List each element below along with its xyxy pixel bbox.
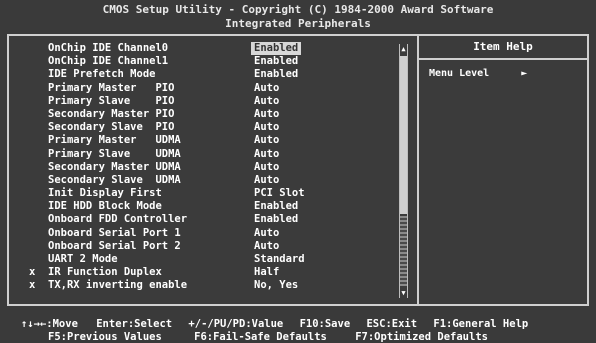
setting-value[interactable]: Auto bbox=[254, 161, 279, 174]
setting-value[interactable]: Auto bbox=[254, 121, 279, 134]
key-help: F1:General Help bbox=[433, 318, 529, 330]
setting-value[interactable]: Enabled bbox=[254, 68, 298, 81]
settings-list: OnChip IDE Channel0 Enabled OnChip IDE Cha… bbox=[9, 42, 417, 293]
settings-panel: OnChip IDE Channel0 Enabled OnChip IDE Cha… bbox=[9, 36, 417, 304]
setting-label: IDE HDD Block Mode bbox=[48, 200, 162, 213]
setting-label: Onboard Serial Port 1 bbox=[48, 226, 181, 239]
setting-label: Secondary Slave PIO bbox=[48, 121, 175, 134]
key-select: Enter:Select bbox=[96, 318, 173, 330]
setting-label: Secondary Slave UDMA bbox=[48, 173, 181, 186]
setting-row[interactable]: Primary Master PIO Auto bbox=[9, 82, 417, 95]
setting-value[interactable]: Auto bbox=[254, 240, 279, 253]
setting-label: IDE Prefetch Mode bbox=[48, 68, 156, 81]
disabled-marker: x bbox=[29, 279, 36, 292]
setting-value[interactable]: Enabled bbox=[254, 200, 298, 213]
setting-value[interactable]: Standard bbox=[254, 253, 305, 266]
key-exit: ESC:Exit bbox=[366, 318, 418, 330]
setting-label: Primary Slave UDMA bbox=[48, 147, 181, 160]
page-title: Integrated Peripherals bbox=[225, 17, 371, 30]
setting-row[interactable]: Secondary Master PIO Auto bbox=[9, 108, 417, 121]
setting-label: Onboard Serial Port 2 bbox=[48, 239, 181, 252]
setting-value[interactable]: PCI Slot bbox=[254, 187, 305, 200]
setting-label: TX,RX inverting enable bbox=[48, 279, 188, 292]
setting-label: Secondary Master UDMA bbox=[48, 160, 181, 173]
setting-row[interactable]: Primary Slave UDMA Auto bbox=[9, 148, 417, 161]
menu-level-arrow-icon: ► bbox=[521, 68, 528, 79]
setting-value[interactable]: Auto bbox=[254, 148, 279, 161]
setting-row[interactable]: Primary Slave PIO Auto bbox=[9, 95, 417, 108]
item-help-body: Menu Level ► bbox=[419, 60, 587, 79]
setting-row[interactable]: Secondary Slave PIO Auto bbox=[9, 121, 417, 134]
setting-value[interactable]: Auto bbox=[254, 134, 279, 147]
setting-row[interactable]: Secondary Master UDMA Auto bbox=[9, 161, 417, 174]
setting-label: OnChip IDE Channel0 bbox=[48, 42, 169, 54]
scrollbar[interactable]: ▲ ▼ bbox=[399, 44, 408, 298]
scroll-thumb[interactable] bbox=[400, 56, 407, 214]
setting-value[interactable]: Enabled bbox=[251, 42, 302, 56]
setting-label: Primary Slave PIO bbox=[48, 94, 175, 107]
setting-value[interactable]: No, Yes bbox=[254, 279, 298, 292]
setting-label: IR Function Duplex bbox=[48, 266, 162, 279]
key-previous-values: F5:Previous Values bbox=[48, 331, 162, 343]
setting-row[interactable]: IDE Prefetch Mode Enabled bbox=[9, 68, 417, 81]
setting-row[interactable]: Onboard FDD Controller Enabled bbox=[9, 213, 417, 226]
setting-value[interactable]: Half bbox=[254, 266, 279, 279]
key-optimized-defaults: F7:Optimized Defaults bbox=[355, 331, 488, 343]
title-bar: CMOS Setup Utility - Copyright (C) 1984-… bbox=[0, 0, 596, 34]
key-value: +/-/PU/PD:Value bbox=[188, 318, 284, 330]
key-save: F10:Save bbox=[299, 318, 351, 330]
key-move: ↑↓→←:Move bbox=[21, 318, 78, 330]
setting-label: UART 2 Mode bbox=[48, 253, 118, 265]
scroll-up-icon[interactable]: ▲ bbox=[400, 44, 407, 54]
setting-value[interactable]: Enabled bbox=[254, 213, 298, 226]
setting-label: Secondary Master PIO bbox=[48, 107, 175, 120]
item-help-panel: Item Help Menu Level ► bbox=[419, 36, 587, 304]
disabled-marker: x bbox=[29, 266, 36, 279]
setting-value[interactable]: Auto bbox=[254, 82, 279, 95]
setting-row[interactable]: Onboard Serial Port 1 Auto bbox=[9, 227, 417, 240]
menu-level-label: Menu Level bbox=[429, 68, 490, 79]
setting-label: Onboard FDD Controller bbox=[48, 213, 188, 226]
setting-row[interactable]: UART 2 Mode Standard bbox=[9, 253, 417, 266]
setting-row[interactable]: Primary Master UDMA Auto bbox=[9, 134, 417, 147]
setting-row[interactable]: OnChip IDE Channel0 Enabled bbox=[9, 42, 417, 56]
setting-row[interactable]: Init Display First PCI Slot bbox=[9, 187, 417, 200]
setting-label: Primary Master PIO bbox=[48, 81, 175, 94]
key-failsafe-defaults: F6:Fail-Safe Defaults bbox=[194, 331, 327, 343]
setting-label: Primary Master UDMA bbox=[48, 134, 181, 147]
setting-row[interactable]: x IR Function Duplex Half bbox=[9, 266, 417, 279]
setting-value[interactable]: Auto bbox=[254, 174, 279, 187]
setting-label: OnChip IDE Channel1 bbox=[48, 55, 169, 68]
setting-value[interactable]: Auto bbox=[254, 108, 279, 121]
scroll-down-icon[interactable]: ▼ bbox=[400, 288, 407, 298]
setting-row[interactable]: x TX,RX inverting enable No, Yes bbox=[9, 279, 417, 292]
app-title: CMOS Setup Utility - Copyright (C) 1984-… bbox=[102, 3, 494, 16]
scroll-track[interactable] bbox=[400, 216, 407, 286]
setting-row[interactable]: IDE HDD Block Mode Enabled bbox=[9, 200, 417, 213]
setting-value[interactable]: Auto bbox=[254, 95, 279, 108]
key-legend: ↑↓→←:Move Enter:Select +/-/PU/PD:Value F… bbox=[0, 314, 596, 343]
setting-value[interactable]: Auto bbox=[254, 227, 279, 240]
setting-value[interactable]: Enabled bbox=[254, 55, 298, 68]
main-frame: OnChip IDE Channel0 Enabled OnChip IDE Cha… bbox=[7, 34, 589, 306]
setting-row[interactable]: OnChip IDE Channel1 Enabled bbox=[9, 55, 417, 68]
setting-row[interactable]: Onboard Serial Port 2 Auto bbox=[9, 240, 417, 253]
setting-label: Init Display First bbox=[48, 187, 162, 200]
item-help-title: Item Help bbox=[419, 36, 587, 60]
setting-row[interactable]: Secondary Slave UDMA Auto bbox=[9, 174, 417, 187]
